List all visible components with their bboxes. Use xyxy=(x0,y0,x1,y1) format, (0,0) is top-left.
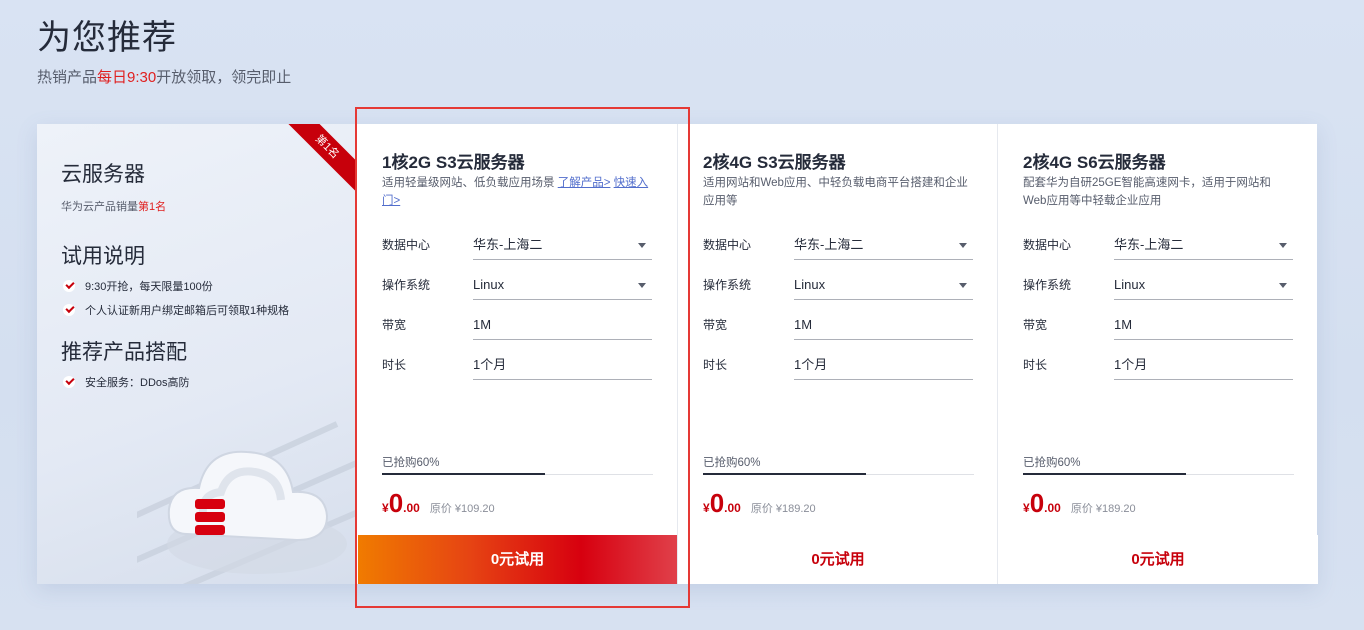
duration-field: 时长 1个月 xyxy=(382,350,652,380)
chevron-down-icon[interactable] xyxy=(638,243,646,248)
combo-heading: 推荐产品搭配 xyxy=(61,341,187,364)
duration-field: 时长 1个月 xyxy=(1023,350,1293,380)
original-price: 原价 ¥189.20 xyxy=(750,503,816,515)
field-value[interactable]: Linux xyxy=(794,270,973,300)
field-value[interactable]: Linux xyxy=(473,270,652,300)
field-value[interactable]: 华东-上海二 xyxy=(473,230,652,260)
field-label: 时长 xyxy=(703,358,728,372)
price: ¥0.00 原价 ¥109.20 xyxy=(382,488,495,518)
card-title: 2核4G S3云服务器 xyxy=(703,153,846,172)
os-select[interactable]: 操作系统 Linux xyxy=(703,270,973,300)
card-title: 1核2G S3云服务器 xyxy=(382,153,525,172)
duration-field: 时长 1个月 xyxy=(703,350,973,380)
check-icon xyxy=(63,280,75,292)
check-icon xyxy=(63,376,75,388)
rank-ribbon-label: 第1名 xyxy=(287,124,357,194)
product-card: 2核4G S6云服务器 配套华为自研25GE智能高速网卡，适用于网站和Web应用… xyxy=(997,124,1318,584)
chevron-down-icon[interactable] xyxy=(959,243,967,248)
bandwidth-field: 带宽 1M xyxy=(703,310,973,340)
rank-ribbon: 第1名 xyxy=(287,124,357,194)
chevron-down-icon[interactable] xyxy=(1279,243,1287,248)
field-value: 1M xyxy=(794,310,973,340)
field-label: 数据中心 xyxy=(703,238,752,252)
progress-label: 已抢购60% xyxy=(382,457,440,469)
chevron-down-icon[interactable] xyxy=(1279,283,1287,288)
progress-fill xyxy=(382,473,545,475)
progress-fill xyxy=(1023,473,1186,475)
field-value[interactable]: 华东-上海二 xyxy=(1114,230,1293,260)
free-trial-button[interactable]: 0元试用 xyxy=(998,535,1318,584)
field-label: 带宽 xyxy=(703,318,728,332)
os-select[interactable]: 操作系统 Linux xyxy=(1023,270,1293,300)
progress-bar xyxy=(1023,473,1294,475)
original-price: 原价 ¥189.20 xyxy=(1070,503,1136,515)
field-value: 1个月 xyxy=(794,350,973,380)
field-label: 时长 xyxy=(382,358,407,372)
field-value: 1个月 xyxy=(1114,350,1293,380)
field-label: 操作系统 xyxy=(1023,278,1072,292)
field-label: 带宽 xyxy=(382,318,407,332)
subtitle-highlight: 每日9:30 xyxy=(97,69,157,86)
cloud-server-illustration xyxy=(137,421,357,584)
bandwidth-field: 带宽 1M xyxy=(382,310,652,340)
chevron-down-icon[interactable] xyxy=(959,283,967,288)
card-description: 适用网站和Web应用、中轻负载电商平台搭建和企业应用等 xyxy=(703,177,968,207)
field-value: 1个月 xyxy=(473,350,652,380)
datacenter-select[interactable]: 数据中心 华东-上海二 xyxy=(382,230,652,260)
free-trial-button[interactable]: 0元试用 xyxy=(678,535,998,584)
original-price: 原价 ¥109.20 xyxy=(429,503,495,515)
field-value: 1M xyxy=(1114,310,1293,340)
card-description: 配套华为自研25GE智能高速网卡，适用于网站和Web应用等中轻载企业应用 xyxy=(1023,177,1271,207)
product-card: 2核4G S3云服务器 适用网站和Web应用、中轻负载电商平台搭建和企业应用等 … xyxy=(677,124,998,584)
progress-fill xyxy=(703,473,866,475)
trial-item: 9:30开抢，每天限量100份 xyxy=(63,278,213,294)
bandwidth-field: 带宽 1M xyxy=(1023,310,1293,340)
field-label: 数据中心 xyxy=(1023,238,1072,252)
cloud-heading: 云服务器 xyxy=(61,163,145,186)
field-label: 操作系统 xyxy=(703,278,752,292)
page-title: 为您推荐 xyxy=(37,19,177,57)
price: ¥0.00 原价 ¥189.20 xyxy=(1023,488,1136,518)
chevron-down-icon[interactable] xyxy=(638,283,646,288)
datacenter-select[interactable]: 数据中心 华东-上海二 xyxy=(1023,230,1293,260)
recommend-panel: 第1名 云服务器 华为云产品销量第1名 试用说明 9:30开抢，每天限量100份… xyxy=(37,124,1318,584)
price: ¥0.00 原价 ¥189.20 xyxy=(703,488,816,518)
intro-panel: 第1名 云服务器 华为云产品销量第1名 试用说明 9:30开抢，每天限量100份… xyxy=(37,124,357,584)
field-label: 带宽 xyxy=(1023,318,1048,332)
combo-item: 安全服务：DDos高防 xyxy=(63,374,190,390)
learn-product-link[interactable]: 了解产品> xyxy=(558,177,611,189)
free-trial-button[interactable]: 0元试用 xyxy=(358,535,677,584)
trial-item: 个人认证新用户绑定邮箱后可领取1种规格 xyxy=(63,302,289,318)
progress-label: 已抢购60% xyxy=(703,457,761,469)
field-label: 操作系统 xyxy=(382,278,431,292)
progress-bar xyxy=(703,473,974,475)
os-select[interactable]: 操作系统 Linux xyxy=(382,270,652,300)
field-value[interactable]: Linux xyxy=(1114,270,1293,300)
card-title: 2核4G S6云服务器 xyxy=(1023,153,1166,172)
progress-label: 已抢购60% xyxy=(1023,457,1081,469)
field-label: 数据中心 xyxy=(382,238,431,252)
check-icon xyxy=(63,304,75,316)
field-value[interactable]: 华东-上海二 xyxy=(794,230,973,260)
field-label: 时长 xyxy=(1023,358,1048,372)
page-subtitle: 热销产品每日9:30开放领取，领完即止 xyxy=(37,69,292,86)
field-value: 1M xyxy=(473,310,652,340)
cloud-sales-note: 华为云产品销量第1名 xyxy=(61,201,167,213)
progress-bar xyxy=(382,473,653,475)
datacenter-select[interactable]: 数据中心 华东-上海二 xyxy=(703,230,973,260)
product-card: 1核2G S3云服务器 适用轻量级网站、低负载应用场景 了解产品> 快速入门> … xyxy=(357,124,677,584)
trial-heading: 试用说明 xyxy=(61,245,145,268)
card-description: 适用轻量级网站、低负载应用场景 了解产品> 快速入门> xyxy=(382,177,649,207)
